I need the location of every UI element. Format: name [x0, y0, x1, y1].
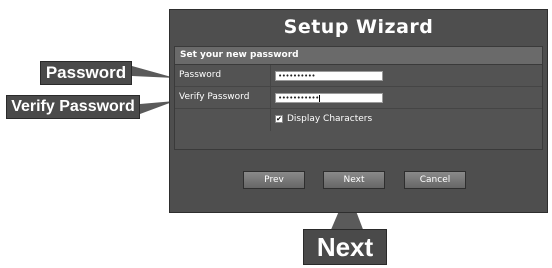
- section-header: Set your new password: [175, 47, 542, 65]
- password-label: Password: [175, 65, 271, 86]
- next-button[interactable]: Next: [323, 171, 385, 189]
- verify-password-callout: Verify Password: [6, 95, 140, 119]
- prev-button[interactable]: Prev: [243, 171, 305, 189]
- password-panel: Set your new password Password •••••••••…: [174, 46, 543, 150]
- display-characters-toggle[interactable]: ✔ Display Characters: [275, 114, 372, 124]
- empty-label-cell: [175, 109, 271, 131]
- verify-password-value: •••••••••••: [278, 94, 319, 102]
- password-callout: Password: [40, 61, 132, 85]
- cancel-button[interactable]: Cancel: [404, 171, 466, 189]
- verify-password-input[interactable]: •••••••••••: [275, 93, 383, 103]
- wizard-title: Setup Wizard: [283, 16, 434, 38]
- setup-wizard-window: Setup Wizard Set your new password Passw…: [169, 9, 548, 213]
- verify-password-label: Verify Password: [175, 87, 271, 108]
- password-value: ••••••••••: [278, 72, 316, 80]
- checkmark-icon: ✔: [276, 115, 282, 123]
- display-characters-checkbox[interactable]: ✔: [275, 115, 283, 123]
- verify-password-row: Verify Password •••••••••••: [175, 87, 542, 109]
- display-characters-label: Display Characters: [287, 114, 373, 124]
- password-row: Password ••••••••••: [175, 65, 542, 87]
- password-input[interactable]: ••••••••••: [275, 71, 383, 81]
- display-characters-row: ✔ Display Characters: [175, 109, 542, 131]
- text-caret: [318, 94, 320, 102]
- next-callout: Next: [303, 229, 387, 265]
